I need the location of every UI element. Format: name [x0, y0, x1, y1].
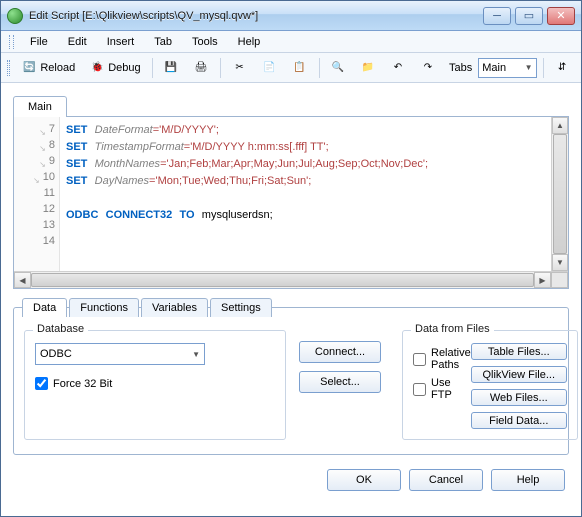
code-editor[interactable]: ↘7 ↘8 ↘9 ↘10 11 12 13 14 SET DateFormat=… [14, 117, 568, 271]
tabs-combo-value: Main [482, 62, 506, 74]
folder-icon: 📁 [360, 60, 376, 76]
field-data-button[interactable]: Field Data... [471, 412, 567, 429]
fold-icon: ↘ [38, 157, 46, 165]
horizontal-scrollbar[interactable]: ◀ ▶ [14, 271, 568, 288]
menu-tools[interactable]: Tools [184, 34, 226, 50]
maximize-button[interactable]: ▭ [515, 7, 543, 25]
tab-variables[interactable]: Variables [141, 298, 208, 317]
bottom-panel: Data Functions Variables Settings Databa… [13, 307, 569, 455]
use-ftp-input[interactable] [413, 383, 426, 396]
connect-button[interactable]: Connect... [299, 341, 381, 363]
edit-script-window: Edit Script [E:\Qlikview\scripts\QV_mysq… [0, 0, 582, 517]
web-files-button[interactable]: Web Files... [471, 389, 567, 406]
vertical-scrollbar[interactable]: ▲ ▼ [551, 117, 568, 271]
redo-button[interactable]: ↷ [415, 57, 441, 79]
reload-icon: 🔄 [21, 60, 37, 76]
scroll-down-icon[interactable]: ▼ [552, 254, 568, 271]
content-area: Main ↘7 ↘8 ↘9 ↘10 11 12 13 14 SET DateFo… [1, 83, 581, 503]
menubar-grip [9, 35, 14, 49]
database-fieldset: Database ODBC ▼ Force 32 Bit Connect... … [24, 330, 286, 440]
line-gutter: ↘7 ↘8 ↘9 ↘10 11 12 13 14 [14, 117, 60, 271]
minimize-button[interactable]: ─ [483, 7, 511, 25]
toolbar: 🔄Reload 🐞Debug 💾 🖨 ✂ 📄 📋 🔍 📁 ↶ ↷ Tabs Ma… [1, 53, 581, 83]
database-driver-combo[interactable]: ODBC ▼ [35, 343, 205, 365]
menu-tab[interactable]: Tab [146, 34, 180, 50]
menu-file[interactable]: File [22, 34, 56, 50]
menubar: File Edit Insert Tab Tools Help [1, 31, 581, 53]
search-icon: 🔍 [330, 60, 346, 76]
force-32bit-checkbox[interactable]: Force 32 Bit [35, 377, 275, 390]
table-files-button[interactable]: Table Files... [471, 343, 567, 360]
cut-button[interactable]: ✂ [227, 57, 253, 79]
undo-icon: ↶ [390, 60, 406, 76]
print-button[interactable]: 🖨 [188, 57, 214, 79]
tab-settings-button[interactable]: ⇵ [549, 57, 575, 79]
cancel-button[interactable]: Cancel [409, 469, 483, 491]
redo-icon: ↷ [420, 60, 436, 76]
menu-insert[interactable]: Insert [99, 34, 143, 50]
save-button[interactable]: 💾 [158, 57, 184, 79]
window-title: Edit Script [E:\Qlikview\scripts\QV_mysq… [29, 10, 483, 22]
code-area[interactable]: SET DateFormat='M/D/YYYY'; SET Timestamp… [60, 117, 551, 271]
relative-paths-checkbox[interactable]: Relative Paths [413, 347, 471, 371]
scroll-right-icon[interactable]: ▶ [534, 272, 551, 288]
scroll-corner [551, 272, 568, 288]
relative-paths-label: Relative Paths [431, 347, 471, 371]
open-folder-button[interactable]: 📁 [355, 57, 381, 79]
scroll-up-icon[interactable]: ▲ [552, 117, 568, 134]
paste-icon: 📋 [292, 60, 308, 76]
relative-paths-input[interactable] [413, 353, 426, 366]
search-button[interactable]: 🔍 [325, 57, 351, 79]
help-button[interactable]: Help [491, 469, 565, 491]
scroll-thumb[interactable] [31, 273, 534, 287]
close-button[interactable]: ✕ [547, 7, 575, 25]
select-button[interactable]: Select... [299, 371, 381, 393]
tab-data[interactable]: Data [22, 298, 67, 317]
paste-button[interactable]: 📋 [287, 57, 313, 79]
script-tab-main[interactable]: Main [13, 96, 67, 117]
script-tabstrip: Main [13, 95, 569, 117]
database-legend: Database [33, 323, 88, 335]
toolbar-grip [7, 60, 10, 76]
scroll-left-icon[interactable]: ◀ [14, 272, 31, 288]
menu-edit[interactable]: Edit [60, 34, 95, 50]
menu-help[interactable]: Help [230, 34, 269, 50]
fold-icon: ↘ [38, 141, 46, 149]
force-32bit-input[interactable] [35, 377, 48, 390]
editor-frame: ↘7 ↘8 ↘9 ↘10 11 12 13 14 SET DateFormat=… [13, 117, 569, 289]
fold-icon: ↘ [38, 125, 46, 133]
force-32bit-label: Force 32 Bit [53, 378, 112, 390]
reload-button[interactable]: 🔄Reload [16, 57, 80, 79]
debug-label: Debug [108, 62, 140, 74]
copy-icon: 📄 [262, 60, 278, 76]
dialog-buttons: OK Cancel Help [13, 469, 569, 491]
bottom-tabstrip: Data Functions Variables Settings [22, 298, 274, 317]
undo-button[interactable]: ↶ [385, 57, 411, 79]
qlikview-file-button[interactable]: QlikView File... [471, 366, 567, 383]
database-driver-value: ODBC [40, 348, 72, 360]
save-icon: 💾 [163, 60, 179, 76]
tabs-label: Tabs [449, 62, 472, 74]
copy-button[interactable]: 📄 [257, 57, 283, 79]
use-ftp-label: Use FTP [431, 377, 471, 401]
debug-button[interactable]: 🐞Debug [84, 57, 145, 79]
tabs-combo[interactable]: Main ▼ [478, 58, 536, 78]
use-ftp-checkbox[interactable]: Use FTP [413, 377, 471, 401]
scroll-thumb[interactable] [553, 134, 567, 254]
reload-label: Reload [40, 62, 75, 74]
chevron-down-icon: ▼ [525, 63, 533, 72]
hierarchy-icon: ⇵ [554, 60, 570, 76]
print-icon: 🖨 [193, 60, 209, 76]
fold-icon: ↘ [32, 173, 40, 181]
tab-functions[interactable]: Functions [69, 298, 139, 317]
app-icon [7, 8, 23, 24]
chevron-down-icon: ▼ [192, 350, 200, 359]
debug-icon: 🐞 [89, 60, 105, 76]
data-from-files-fieldset: Data from Files Relative Paths Use FTP T… [402, 330, 578, 440]
titlebar: Edit Script [E:\Qlikview\scripts\QV_mysq… [1, 1, 581, 31]
cut-icon: ✂ [232, 60, 248, 76]
tab-settings[interactable]: Settings [210, 298, 272, 317]
files-legend: Data from Files [411, 323, 494, 335]
ok-button[interactable]: OK [327, 469, 401, 491]
